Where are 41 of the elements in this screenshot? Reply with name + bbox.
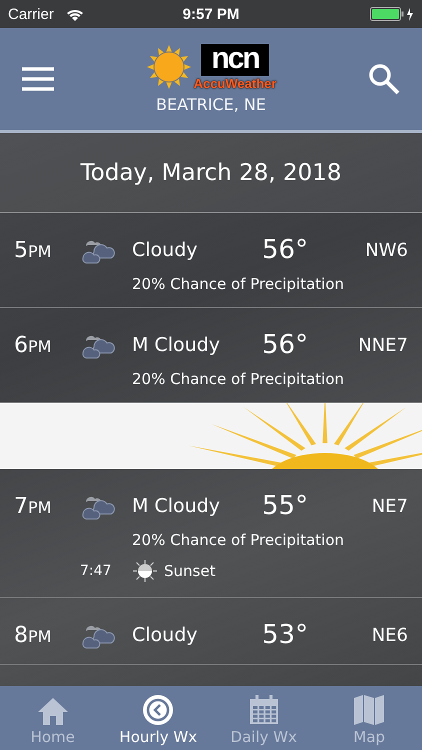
hour-label: 7PM — [14, 494, 52, 518]
sun-icon — [146, 44, 192, 90]
condition-text: Cloudy — [132, 239, 199, 261]
menu-icon[interactable] — [22, 67, 54, 91]
map-icon — [353, 694, 386, 726]
sunset-icon — [132, 559, 158, 583]
location-name: BEATRICE, NE — [156, 95, 266, 114]
date-heading: Today, March 28, 2018 — [80, 160, 342, 186]
temperature: 56° — [262, 330, 310, 360]
hour-label: 6PM — [14, 332, 52, 358]
condition-text: M Cloudy — [132, 495, 221, 517]
sunset-label: Sunset — [164, 562, 216, 580]
temperature: 56° — [262, 235, 310, 265]
clock-icon — [142, 694, 174, 726]
condition-text: M Cloudy — [132, 334, 221, 356]
search-icon[interactable] — [368, 63, 400, 95]
battery-icon — [370, 7, 414, 21]
partner-logo: AccuWeather — [194, 76, 276, 91]
temperature: 53° — [262, 620, 310, 650]
home-icon — [36, 696, 69, 726]
hour-label: 5 PM — [14, 238, 52, 262]
status-time: 9:57 PM — [182, 6, 240, 22]
wind-text: NE7 — [372, 496, 408, 516]
wifi-icon — [66, 8, 84, 20]
hour-label: 8PM — [14, 622, 52, 648]
wind-text: NW6 — [365, 240, 408, 260]
wind-text: NNE7 — [358, 334, 408, 356]
brand-logo: ncn — [201, 44, 269, 76]
sunset-time: 7:47 — [80, 563, 112, 579]
condition-text: Cloudy — [132, 624, 199, 646]
tab-button[interactable]: Map — [316, 686, 422, 750]
precipitation-text: 20% Chance of Precipitation — [132, 275, 346, 293]
tab-button[interactable]: Hourly Wx — [106, 686, 211, 750]
precipitation-text: 20% Chance of Precipitation — [132, 370, 346, 388]
tab-button[interactable]: Daily Wx — [211, 686, 316, 750]
precipitation-text: 20% Chance of Precipitation — [132, 531, 346, 549]
temperature: 55° — [262, 491, 310, 521]
carrier-name: Carrier — [8, 6, 54, 22]
wind-text: NE6 — [372, 624, 408, 646]
calendar-icon — [248, 694, 280, 726]
tab-button[interactable]: Home — [0, 686, 106, 750]
